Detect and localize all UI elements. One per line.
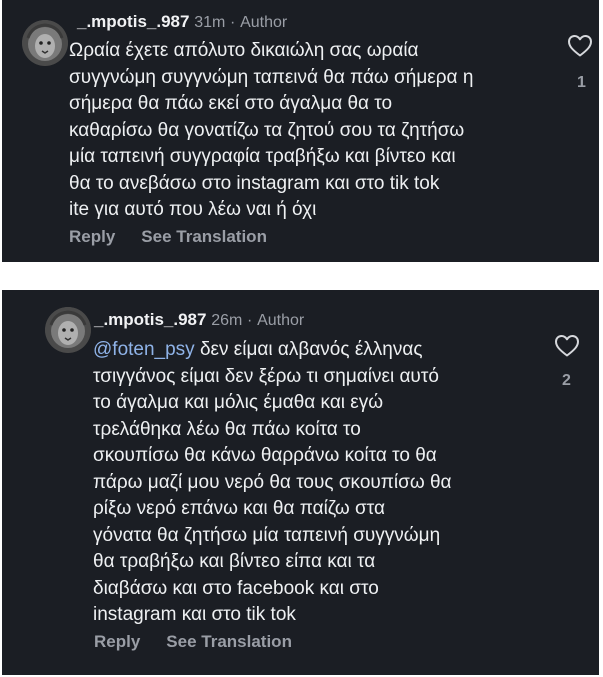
comment-actions: Reply See Translation [94,632,292,652]
comment-text: @foten_psy δεν είμαι αλβανός έλληνας τσι… [93,337,548,629]
lion-avatar-icon [45,307,91,353]
comment-body: Ωραία έχετε απόλυτο δικαιώλη σας ωραία σ… [69,40,474,220]
comment-card: _.mpotis_.987 31m · Author Ωραία έχετε α… [2,0,599,262]
author-badge: Author [257,312,305,329]
like-button[interactable] [567,34,593,58]
comment-actions: Reply See Translation [69,227,267,247]
user-mention-link[interactable]: @foten_psy [93,339,195,360]
comment-card: _.mpotis_.987 26m · Author @foten_psy δε… [2,290,599,675]
see-translation-button[interactable]: See Translation [141,227,267,246]
user-avatar[interactable] [45,307,91,353]
comment-body: δεν είμαι αλβανός έλληνας τσιγγάνος είμα… [93,339,452,625]
username[interactable]: _.mpotis_.987 [77,12,189,31]
lion-avatar-icon [22,20,68,66]
see-translation-button[interactable]: See Translation [166,632,292,651]
timestamp: 26m [211,312,243,329]
heart-outline-icon [568,35,592,57]
like-count: 2 [562,372,571,389]
like-count: 1 [577,74,586,91]
timestamp: 31m [194,14,226,31]
user-avatar[interactable] [22,20,68,66]
heart-outline-icon [555,335,579,357]
author-badge: Author [240,14,288,31]
reply-button[interactable]: Reply [94,632,140,651]
username[interactable]: _.mpotis_.987 [94,310,206,329]
separator: · [247,312,253,329]
comment-header: _.mpotis_.987 31m · Author [77,12,287,32]
comment-text: Ωραία έχετε απόλυτο δικαιώλη σας ωραία σ… [69,38,549,224]
reply-button[interactable]: Reply [69,227,115,246]
like-button[interactable] [554,334,580,358]
comment-header: _.mpotis_.987 26m · Author [94,310,304,330]
separator: · [230,14,236,31]
